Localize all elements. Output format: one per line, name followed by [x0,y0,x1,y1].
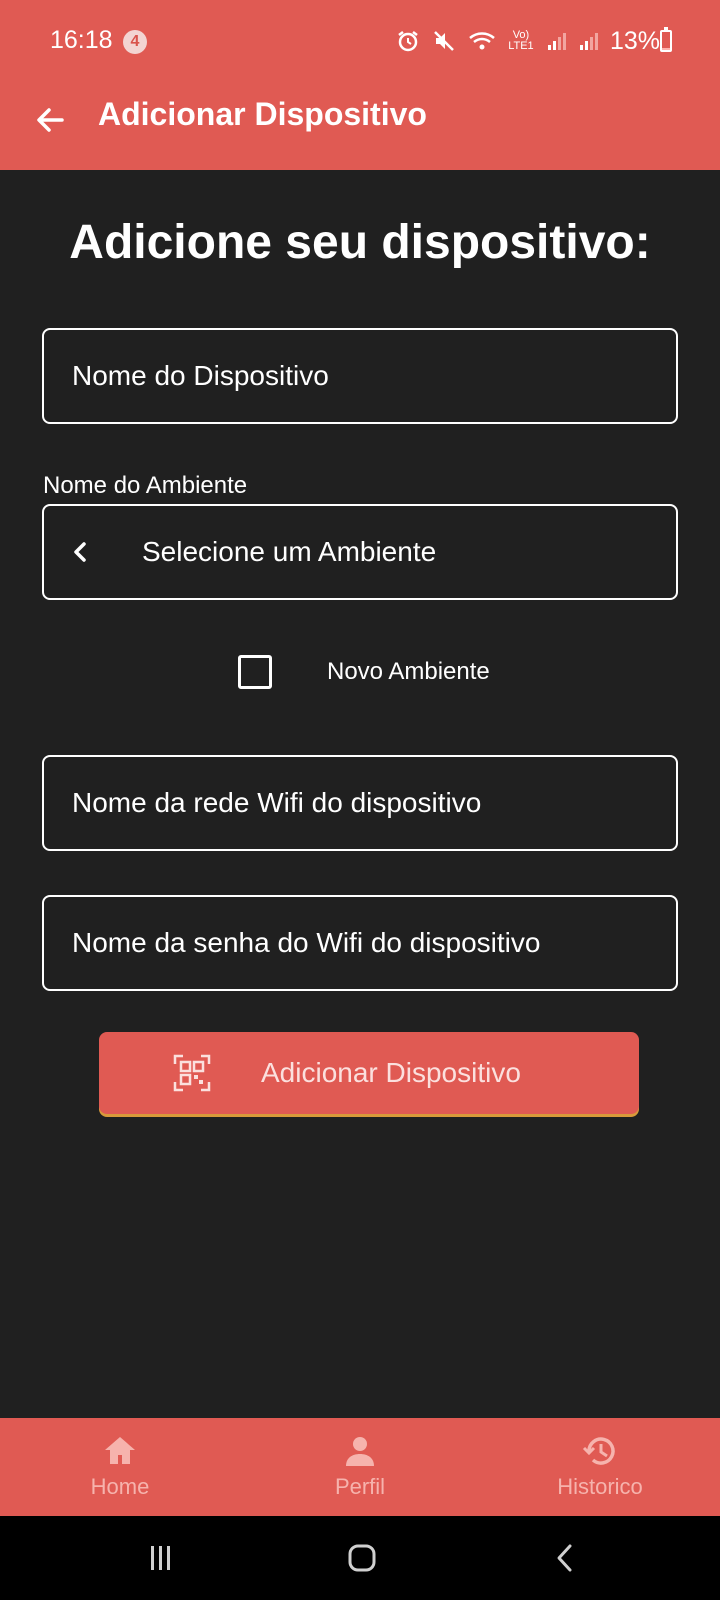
wifi-icon [468,29,496,53]
wifi-password-field[interactable]: Nome da senha do Wifi do dispositivo [42,895,678,991]
nav-label-historico: Historico [557,1474,643,1499]
bottom-nav: Home Perfil Historico [0,1418,720,1516]
back-system-icon[interactable] [540,1536,590,1580]
battery-level [662,47,670,50]
nav-label-home: Home [90,1474,150,1499]
status-bar: 16:18 4 Vo) LTE1 13% [0,0,720,80]
device-name-field[interactable]: Nome do Dispositivo [42,328,678,424]
wifi-name-placeholder: Nome da rede Wifi do dispositivo [72,787,482,818]
environment-select[interactable]: Selecione um Ambiente [42,504,678,600]
add-device-button-label: Adicionar Dispositivo [261,1057,521,1088]
nav-item-perfil[interactable]: Perfil [270,1418,450,1516]
alarm-icon [396,29,420,53]
wifi-password-placeholder: Nome da senha do Wifi do dispositivo [72,927,541,958]
page-heading: Adicione seu dispositivo: [69,216,651,269]
nav-item-historico[interactable]: Historico [510,1418,690,1516]
wifi-name-field[interactable]: Nome da rede Wifi do dispositivo [42,755,678,851]
screen: 16:18 4 Vo) LTE1 13% Adicionar Dispositi… [0,0,720,1600]
person-icon [342,1434,378,1468]
status-time: 16:18 [50,26,113,54]
signal-icon-2 [578,31,598,51]
lte-icon: Vo) LTE1 [508,29,534,52]
qr-code-icon [173,1054,211,1092]
app-bar: Adicionar Dispositivo [0,80,720,170]
battery-percent: 13% [609,26,660,55]
add-device-button[interactable]: Adicionar Dispositivo [99,1032,639,1114]
home-system-icon[interactable] [337,1536,387,1580]
status-icons: Vo) LTE1 13% [396,26,660,56]
signal-icon [546,31,566,51]
environment-select-value: Selecione um Ambiente [142,536,437,567]
notification-count-badge: 4 [123,30,147,54]
app-bar-title: Adicionar Dispositivo [98,96,427,132]
home-icon [102,1434,138,1468]
environment-label: Nome do Ambiente [43,472,248,499]
system-nav-bar [0,1516,720,1600]
back-arrow-icon[interactable] [30,100,70,140]
chevron-left-icon [66,538,94,566]
battery-icon [660,27,672,52]
device-name-placeholder: Nome do Dispositivo [72,360,329,391]
nav-label-perfil: Perfil [334,1474,386,1499]
history-icon [582,1434,618,1468]
nav-item-home[interactable]: Home [30,1418,210,1516]
mute-icon [432,29,456,53]
new-environment-checkbox[interactable] [238,655,272,689]
new-environment-label: Novo Ambiente [327,658,490,685]
recents-icon[interactable] [136,1536,186,1580]
